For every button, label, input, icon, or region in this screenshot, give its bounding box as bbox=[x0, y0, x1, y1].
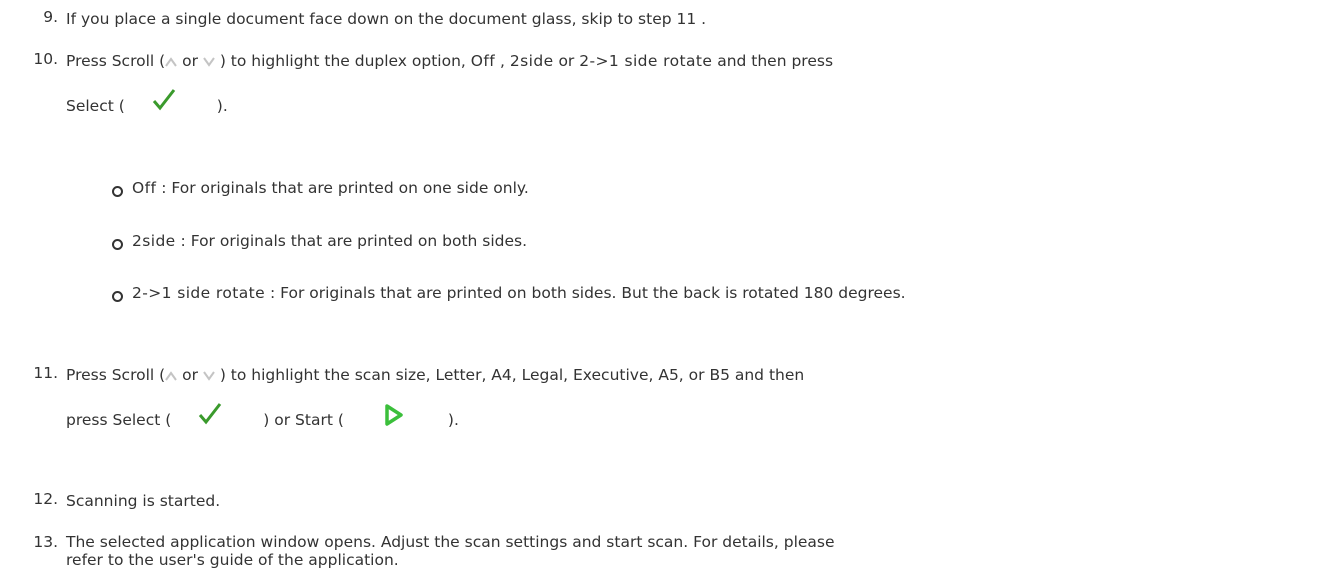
option-term: Off bbox=[132, 179, 157, 197]
bullet-circle bbox=[112, 291, 123, 302]
option-term: 2side bbox=[132, 232, 176, 250]
step-text: and then press bbox=[712, 52, 834, 70]
step-line-1: Press Scroll ( or ) to highlight the dup… bbox=[66, 50, 1326, 73]
scroll-up-icon bbox=[165, 51, 178, 73]
step-text: or bbox=[177, 366, 203, 384]
step-line-2: Select (). bbox=[66, 87, 1326, 119]
option-off: Off bbox=[470, 52, 496, 70]
option-rotate: 2->1 side rotate bbox=[579, 52, 713, 70]
step-number: 13. bbox=[33, 533, 58, 551]
step-text: or bbox=[553, 52, 580, 70]
step-text: ) or Start ( bbox=[263, 410, 344, 429]
step-line-1: The selected application window opens. A… bbox=[66, 533, 835, 551]
step-text: Select ( bbox=[66, 96, 125, 115]
bullet-circle bbox=[112, 186, 123, 197]
checkmark-icon bbox=[151, 87, 177, 119]
scroll-down-icon bbox=[203, 51, 215, 73]
step-text: If you place a single document face down… bbox=[66, 10, 707, 28]
document-page: 9. If you place a single document face d… bbox=[0, 0, 1332, 586]
step-text: Press Scroll ( bbox=[66, 366, 166, 384]
option-description: : For originals that are printed on both… bbox=[265, 284, 906, 302]
option-description: : For originals that are printed on one … bbox=[156, 179, 529, 197]
step-number: 10. bbox=[33, 50, 58, 68]
step-text: Scanning is started. bbox=[66, 492, 221, 510]
scroll-down-icon bbox=[203, 365, 215, 387]
scroll-up-icon bbox=[165, 365, 178, 387]
step-text: ). bbox=[447, 410, 459, 429]
step-line-2: refer to the user's guide of the applica… bbox=[66, 551, 399, 569]
step-text: , bbox=[495, 52, 510, 70]
bullet-circle bbox=[112, 239, 123, 250]
step-text: press Select ( bbox=[66, 410, 172, 429]
option-description: : For originals that are printed on both… bbox=[175, 232, 528, 250]
option-2side: 2side bbox=[509, 52, 554, 70]
step-number: 11. bbox=[33, 364, 58, 382]
step-text: or bbox=[177, 52, 203, 70]
step-line-1: Press Scroll ( or ) to highlight the sca… bbox=[66, 364, 1326, 387]
step-text: ) to highlight the duplex option, bbox=[214, 52, 471, 70]
option-term: 2->1 side rotate bbox=[132, 284, 266, 302]
step-number: 12. bbox=[33, 490, 58, 508]
step-number: 9. bbox=[43, 8, 58, 26]
checkmark-icon bbox=[197, 401, 223, 433]
step-line-2: press Select ( ) or Start (). bbox=[66, 401, 1326, 433]
step-text: ) to highlight the scan size, Letter, A4… bbox=[214, 366, 805, 384]
step-text: Press Scroll ( bbox=[66, 52, 166, 70]
start-play-icon bbox=[384, 403, 404, 432]
step-text: ). bbox=[216, 96, 228, 115]
